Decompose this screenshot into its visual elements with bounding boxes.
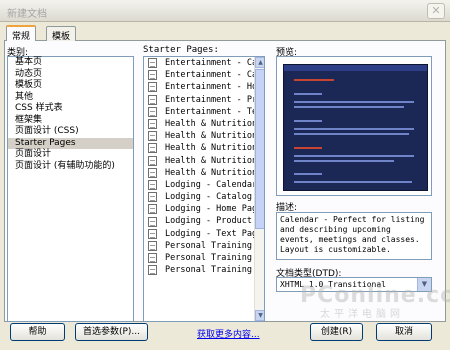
list-item-label: Lodging - Catalog (165, 192, 252, 203)
category-item[interactable]: 页面设计 (8, 149, 133, 161)
category-item[interactable]: 模板页 (8, 80, 133, 92)
list-item[interactable]: Lodging - Home Pag (144, 203, 254, 215)
title-bar: 新建文档 ✕ (0, 0, 450, 22)
list-item[interactable]: Personal Training (144, 252, 254, 264)
list-item[interactable]: Entertainment - Ho (144, 81, 254, 93)
list-item[interactable]: Health & Nutrition (144, 167, 254, 179)
list-item-label: Health & Nutrition (165, 118, 254, 129)
list-item-label: Personal Training (165, 265, 252, 276)
category-item[interactable]: Starter Pages (8, 137, 133, 149)
document-icon (148, 204, 157, 215)
close-button[interactable]: ✕ (427, 3, 445, 19)
list-item-label: Lodging - Calendar (165, 179, 254, 190)
document-icon (148, 58, 157, 69)
tab-general[interactable]: 常规 (6, 25, 37, 42)
create-button[interactable]: 创建(R) (310, 323, 363, 341)
document-icon (148, 192, 157, 203)
get-more-content-link[interactable]: 获取更多内容... (197, 327, 260, 340)
list-item[interactable]: Entertainment - Te (144, 106, 254, 118)
document-icon (148, 119, 157, 130)
tab-templates[interactable]: 模板 (46, 26, 77, 42)
watermark-subtitle: 太平洋电脑网 (320, 309, 404, 320)
list-item-label: Health & Nutrition (165, 143, 254, 154)
category-item[interactable]: CSS 样式表 (8, 103, 133, 115)
starter-pages-label: Starter Pages: (143, 45, 219, 55)
list-item-label: Lodging - Product (165, 216, 252, 227)
list-item[interactable]: Health & Nutrition (144, 142, 254, 154)
list-item-label: Lodging - Home Pag (165, 204, 254, 215)
category-list[interactable]: 基本页 动态页 模板页 其他 CSS 样式表 框架集 页面设计 (CSS) Starter P… (7, 56, 134, 322)
preview-box (276, 56, 432, 196)
list-item-label: Entertainment - Pr (165, 94, 254, 105)
document-icon (148, 216, 157, 227)
list-item[interactable]: Lodging - Product (144, 215, 254, 227)
document-icon (148, 253, 157, 264)
category-item[interactable]: 页面设计 (有辅助功能的) (8, 161, 133, 173)
description-box: Calendar - Perfect for listing and descr… (276, 212, 432, 260)
list-item-label: Entertainment - Ho (165, 82, 254, 93)
document-icon (148, 228, 157, 239)
category-item[interactable]: 其他 (8, 92, 133, 104)
help-button[interactable]: 帮助 (10, 323, 65, 341)
document-icon (148, 179, 157, 190)
list-item[interactable]: Personal Training (144, 240, 254, 252)
preferences-button[interactable]: 首选参数(P)... (75, 323, 148, 341)
document-icon (148, 143, 157, 154)
description-text: Calendar - Perfect for listing and descr… (280, 215, 425, 254)
list-item[interactable]: Health & Nutrition (144, 118, 254, 130)
list-item[interactable]: Lodging - Catalog (144, 191, 254, 203)
list-item[interactable]: Lodging - Text Pag (144, 228, 254, 240)
list-item[interactable]: Lodging - Calendar (144, 179, 254, 191)
list-item-label: Health & Nutrition (165, 167, 254, 178)
window-title: 新建文档 (7, 9, 47, 20)
list-item[interactable]: Health & Nutrition (144, 155, 254, 167)
category-item[interactable]: 基本页 (8, 57, 133, 69)
starter-pages-list[interactable]: Entertainment - Ca Entertainment - Ca Ente… (143, 56, 265, 322)
document-icon (148, 167, 157, 178)
list-item-label: Entertainment - Te (165, 106, 254, 117)
preview-thumbnail (283, 64, 428, 191)
document-icon (148, 240, 157, 251)
list-item[interactable]: Personal Training (144, 264, 254, 276)
category-item[interactable]: 动态页 (8, 69, 133, 81)
list-item[interactable]: Entertainment - Ca (144, 57, 254, 69)
list-item-label: Personal Training (165, 253, 252, 263)
category-item[interactable]: 页面设计 (CSS) (8, 126, 133, 138)
document-icon (148, 94, 157, 105)
list-item-label: Entertainment - Ca (165, 58, 254, 68)
scroll-up-button[interactable]: ▲ (255, 57, 264, 68)
scroll-thumb[interactable] (255, 69, 264, 229)
document-icon (148, 265, 157, 276)
list-item[interactable]: Entertainment - Pr (144, 94, 254, 106)
document-icon (148, 70, 157, 81)
document-icon (148, 131, 157, 142)
starter-pages-items: Entertainment - Ca Entertainment - Ca Ente… (144, 57, 254, 276)
document-icon (148, 155, 157, 166)
scroll-down-button[interactable]: ▼ (255, 310, 264, 321)
list-item[interactable]: Entertainment - Ca (144, 69, 254, 81)
list-item-label: Personal Training (165, 240, 252, 251)
cancel-button[interactable]: 取消 (376, 323, 432, 341)
list-item-label: Health & Nutrition (165, 155, 254, 166)
list-item-label: Health & Nutrition (165, 131, 254, 142)
list-item[interactable]: Health & Nutrition (144, 130, 254, 142)
list-item-label: Entertainment - Ca (165, 70, 254, 81)
close-icon: ✕ (431, 4, 441, 17)
document-icon (148, 106, 157, 117)
category-item[interactable]: 框架集 (8, 115, 133, 127)
pages-scrollbar[interactable]: ▲ ▼ (254, 57, 264, 321)
list-item-label: Lodging - Text Pag (165, 228, 254, 239)
document-icon (148, 82, 157, 93)
